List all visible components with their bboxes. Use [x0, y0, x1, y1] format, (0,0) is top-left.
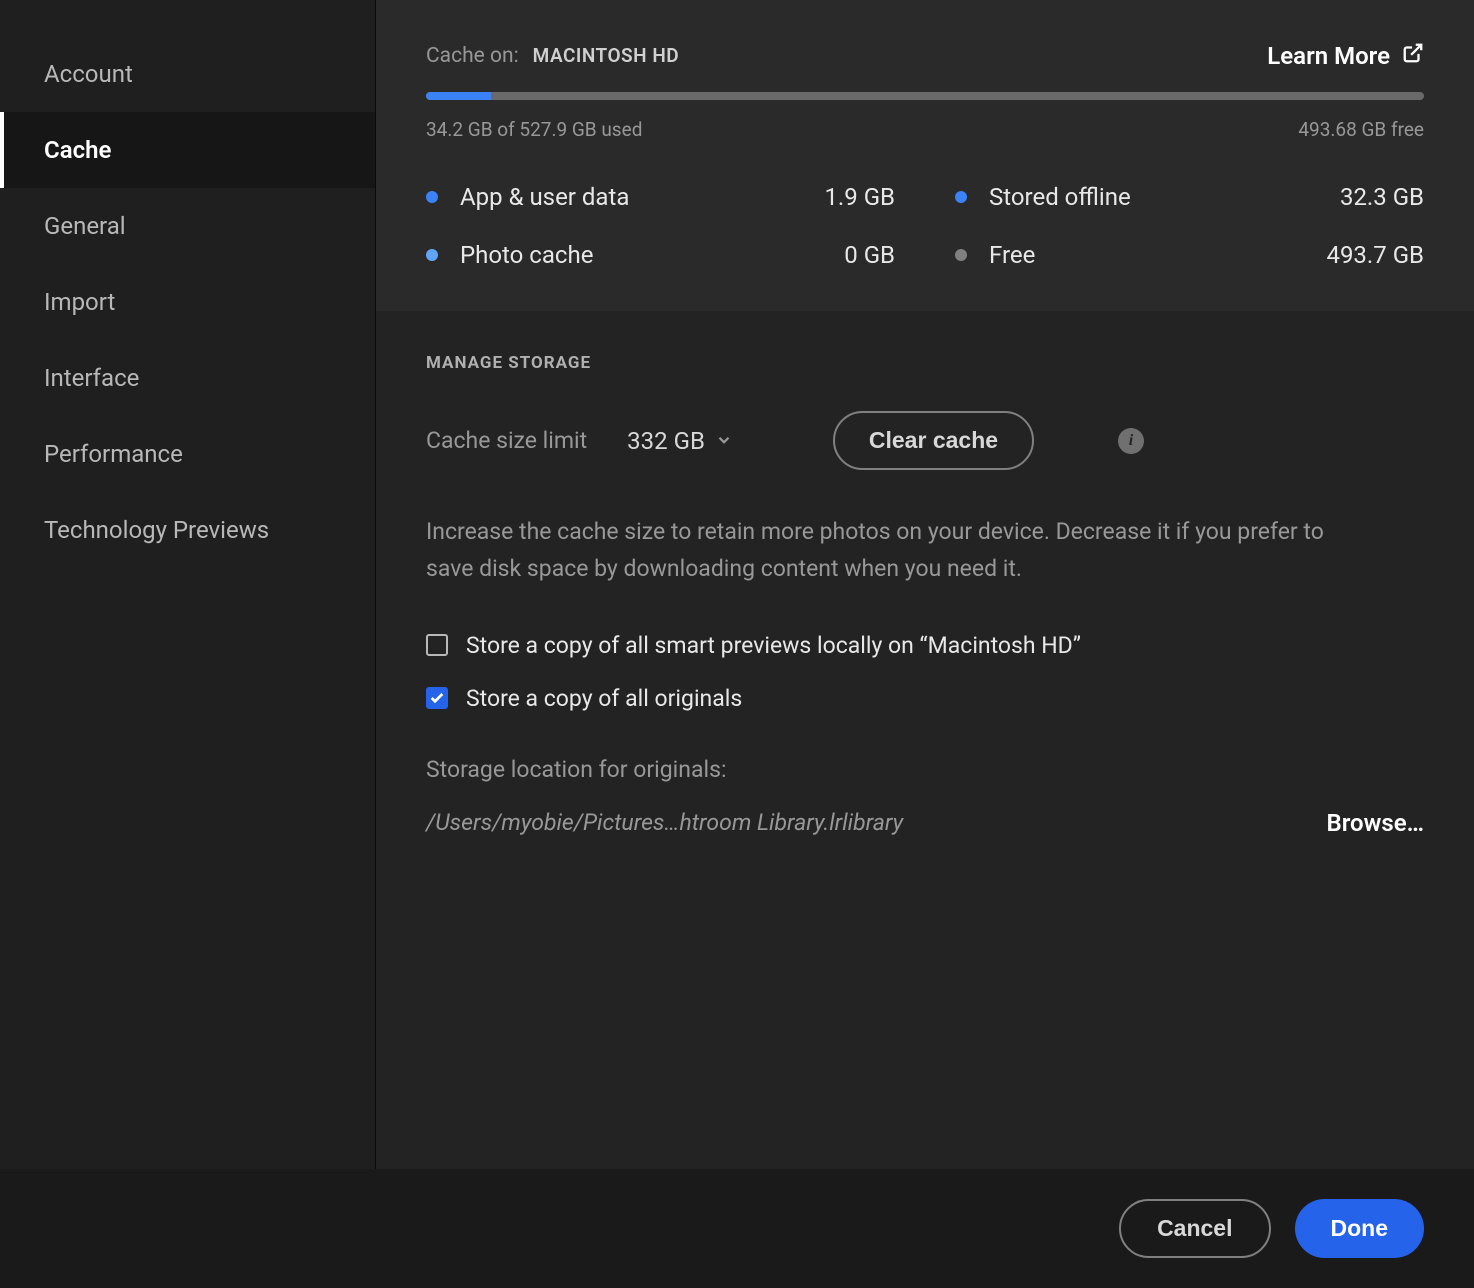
storage-progress-bar: [426, 92, 1424, 100]
cache-limit-value: 332 GB: [627, 427, 705, 455]
storage-value: 0 GB: [844, 241, 895, 269]
storage-row-stored-offline: Stored offline 32.3 GB: [955, 183, 1424, 211]
manage-storage-heading: MANAGE STORAGE: [426, 353, 1424, 373]
cache-limit-dropdown[interactable]: 332 GB: [627, 427, 733, 455]
dot-icon: [955, 191, 967, 203]
manage-storage-section: MANAGE STORAGE Cache size limit 332 GB C…: [376, 311, 1474, 1169]
sidebar: Account Cache General Import Interface P…: [0, 0, 376, 1169]
storage-used-text: 34.2 GB of 527.9 GB used: [426, 118, 642, 141]
storage-location-label: Storage location for originals:: [426, 756, 1424, 783]
sidebar-item-general[interactable]: General: [0, 188, 375, 264]
storage-summary: 34.2 GB of 527.9 GB used 493.68 GB free: [426, 118, 1424, 141]
checkbox-row-smart-previews: Store a copy of all smart previews local…: [426, 632, 1424, 659]
storage-row-app-data: App & user data 1.9 GB: [426, 183, 895, 211]
cache-limit-label: Cache size limit: [426, 427, 587, 454]
footer: Cancel Done: [0, 1169, 1474, 1288]
storage-label: Photo cache: [460, 241, 593, 269]
clear-cache-button[interactable]: Clear cache: [833, 411, 1034, 470]
cache-on-label: Cache on:: [426, 44, 519, 68]
checkbox-smart-previews[interactable]: [426, 634, 448, 656]
storage-progress-fill: [426, 92, 491, 100]
info-icon[interactable]: i: [1118, 428, 1144, 454]
sidebar-item-account[interactable]: Account: [0, 36, 375, 112]
cache-limit-row: Cache size limit 332 GB Clear cache i: [426, 411, 1424, 470]
storage-row-free: Free 493.7 GB: [955, 241, 1424, 269]
storage-label: Free: [989, 241, 1035, 269]
storage-location-section: Storage location for originals: /Users/m…: [426, 756, 1424, 837]
learn-more-link[interactable]: Learn More: [1267, 42, 1424, 70]
sidebar-item-interface[interactable]: Interface: [0, 340, 375, 416]
storage-value: 493.7 GB: [1326, 241, 1424, 269]
sidebar-item-performance[interactable]: Performance: [0, 416, 375, 492]
dot-icon: [426, 191, 438, 203]
checkbox-originals[interactable]: [426, 687, 448, 709]
storage-free-text: 493.68 GB free: [1298, 118, 1424, 141]
cancel-button[interactable]: Cancel: [1119, 1199, 1270, 1258]
storage-path: /Users/myobie/Pictures…htroom Library.lr…: [426, 809, 903, 836]
done-button[interactable]: Done: [1295, 1199, 1425, 1258]
storage-row-photo-cache: Photo cache 0 GB: [426, 241, 895, 269]
checkbox-label: Store a copy of all originals: [466, 685, 742, 712]
sidebar-item-import[interactable]: Import: [0, 264, 375, 340]
dot-icon: [955, 249, 967, 261]
learn-more-label: Learn More: [1267, 42, 1390, 70]
sidebar-item-cache[interactable]: Cache: [0, 112, 375, 188]
sidebar-item-technology-previews[interactable]: Technology Previews: [0, 492, 375, 568]
storage-grid: App & user data 1.9 GB Stored offline 32…: [426, 183, 1424, 269]
checkbox-label: Store a copy of all smart previews local…: [466, 632, 1081, 659]
checkbox-row-originals: Store a copy of all originals: [426, 685, 1424, 712]
content-area: Cache on: MACINTOSH HD Learn More: [376, 0, 1474, 1169]
dot-icon: [426, 249, 438, 261]
cache-on-value: MACINTOSH HD: [533, 44, 680, 67]
storage-value: 32.3 GB: [1340, 183, 1424, 211]
cache-on-group: Cache on: MACINTOSH HD: [426, 44, 679, 68]
storage-label: Stored offline: [989, 183, 1131, 211]
chevron-down-icon: [715, 427, 733, 455]
storage-label: App & user data: [460, 183, 629, 211]
storage-value: 1.9 GB: [824, 183, 895, 211]
external-link-icon: [1402, 42, 1424, 70]
browse-button[interactable]: Browse…: [1327, 809, 1424, 837]
cache-description: Increase the cache size to retain more p…: [426, 514, 1346, 588]
storage-overview-section: Cache on: MACINTOSH HD Learn More: [376, 0, 1474, 311]
